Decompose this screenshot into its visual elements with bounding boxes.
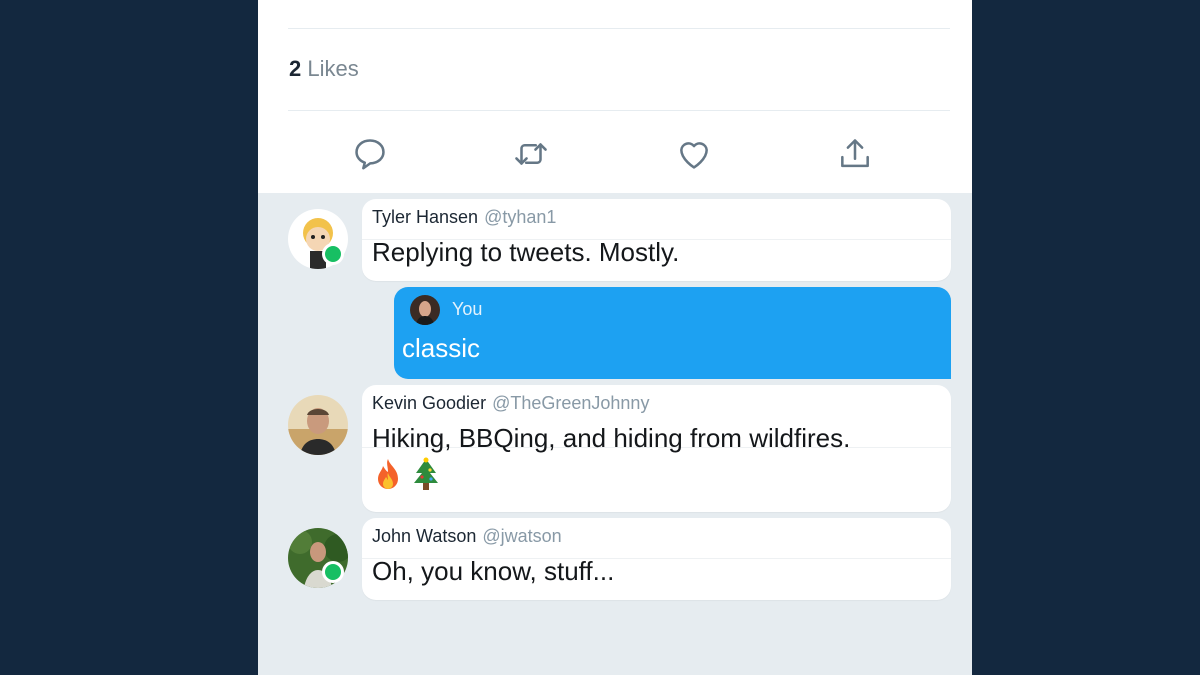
author-name: John Watson (372, 526, 477, 546)
reply-author: Tyler Hansen @tyhan1 (372, 207, 556, 228)
like-icon (680, 142, 708, 169)
own-message-bubble[interactable]: You classic (394, 287, 951, 379)
reply-text: Oh, you know, stuff... (372, 556, 615, 586)
user-photo-avatar (288, 395, 348, 455)
like-button[interactable] (672, 132, 716, 176)
user-photo-avatar (410, 295, 440, 325)
conversation-screen: 2 Likes Tyler Hansen @tyhan1 Replying to… (258, 0, 972, 675)
tweet-detail-card: 2 Likes (258, 0, 972, 193)
reply-bubble[interactable]: Kevin Goodier @TheGreenJohnny Hiking, BBQ… (362, 385, 951, 512)
reply-text: Replying to tweets. Mostly. (372, 237, 680, 267)
share-button[interactable] (833, 132, 877, 176)
author-name: Kevin Goodier (372, 393, 487, 413)
likes-summary[interactable]: 2 Likes (289, 56, 359, 82)
reply-button[interactable] (348, 132, 392, 176)
author-handle[interactable]: @TheGreenJohnny (492, 393, 649, 413)
retweet-button[interactable] (509, 132, 553, 176)
emoji-row (372, 457, 442, 493)
reply-text: Hiking, BBQing, and hiding from wildfire… (372, 423, 851, 453)
christmas-tree-emoji (414, 457, 438, 490)
share-icon (841, 139, 869, 168)
author-name: Tyler Hansen (372, 207, 479, 227)
reply-author: John Watson @jwatson (372, 526, 562, 547)
reply-author: Kevin Goodier @TheGreenJohnny (372, 393, 649, 414)
likes-label: Likes (307, 56, 359, 81)
reply-bubble[interactable]: John Watson @jwatson Oh, you know, stuff.… (362, 518, 951, 600)
divider (288, 110, 950, 111)
own-avatar (410, 295, 440, 325)
likes-count: 2 (289, 56, 302, 81)
author-handle[interactable]: @tyhan1 (484, 207, 556, 227)
reply-icon (355, 139, 385, 170)
retweet-icon (515, 143, 547, 165)
own-label: You (452, 299, 483, 319)
author-handle[interactable]: @jwatson (482, 526, 561, 546)
avatar[interactable] (288, 395, 348, 455)
divider (288, 28, 950, 29)
reply-bubble[interactable]: Tyler Hansen @tyhan1 Replying to tweets. … (362, 199, 951, 281)
own-message-text: classic (402, 333, 481, 363)
online-indicator (322, 561, 344, 583)
fire-emoji (378, 459, 398, 489)
online-indicator (322, 243, 344, 265)
